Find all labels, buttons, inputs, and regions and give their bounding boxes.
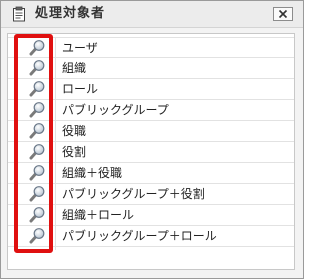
- list-item-4[interactable]: パブリックグループ: [8, 100, 294, 121]
- magnifier-icon[interactable]: [24, 226, 50, 246]
- list-item-label: ユーザ: [62, 41, 98, 55]
- list-item-1[interactable]: ユーザ: [8, 37, 294, 58]
- magnifier-icon[interactable]: [24, 100, 50, 120]
- magnifier-icon[interactable]: [24, 58, 50, 78]
- dialog-titlebar: 処理対象者: [1, 1, 303, 28]
- list-item-label: 組織＋ロール: [62, 208, 135, 222]
- list-item-label: パブリックグループ＋ロール: [62, 229, 217, 243]
- list-item-2[interactable]: 組織: [8, 58, 294, 79]
- magnifier-icon[interactable]: [24, 142, 50, 162]
- list-item-10[interactable]: パブリックグループ＋ロール: [8, 226, 294, 247]
- list-item-7[interactable]: 組織＋役職: [8, 163, 294, 184]
- target-selection-dialog: 処理対象者 ユーザ 組織 ロール パブリックグループ 役職 役割 組織＋役職 パ…: [0, 0, 304, 279]
- target-list-panel: ユーザ 組織 ロール パブリックグループ 役職 役割 組織＋役職 パブリックグル…: [7, 33, 295, 270]
- list-item-label: パブリックグループ＋役割: [62, 187, 205, 201]
- magnifier-icon[interactable]: [24, 184, 50, 204]
- clipboard-icon: [11, 6, 27, 22]
- list-item-label: 組織＋役職: [62, 166, 123, 180]
- target-list: ユーザ 組織 ロール パブリックグループ 役職 役割 組織＋役職 パブリックグル…: [8, 37, 294, 247]
- close-icon: [278, 9, 288, 19]
- list-item-label: 組織: [62, 61, 87, 75]
- magnifier-icon[interactable]: [24, 79, 50, 99]
- list-item-8[interactable]: パブリックグループ＋役割: [8, 184, 294, 205]
- magnifier-icon[interactable]: [24, 38, 50, 58]
- magnifier-icon[interactable]: [24, 205, 50, 225]
- list-item-label: 役割: [62, 145, 87, 159]
- dialog-title: 処理対象者: [35, 6, 106, 21]
- close-button[interactable]: [273, 7, 293, 21]
- list-item-6[interactable]: 役割: [8, 142, 294, 163]
- magnifier-icon[interactable]: [24, 121, 50, 141]
- list-item-label: パブリックグループ: [62, 103, 169, 117]
- list-item-9[interactable]: 組織＋ロール: [8, 205, 294, 226]
- magnifier-icon[interactable]: [24, 163, 50, 183]
- list-item-label: 役職: [62, 124, 87, 138]
- list-item-label: ロール: [62, 82, 99, 96]
- list-item-5[interactable]: 役職: [8, 121, 294, 142]
- list-item-3[interactable]: ロール: [8, 79, 294, 100]
